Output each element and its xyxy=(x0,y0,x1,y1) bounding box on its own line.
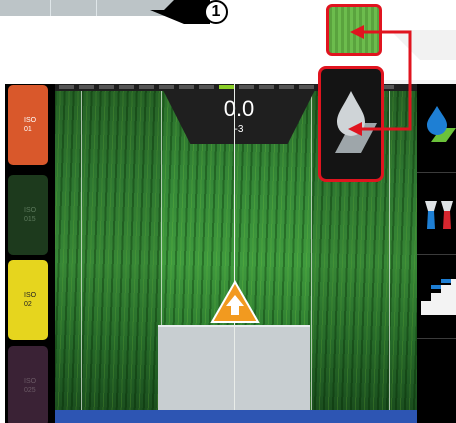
callout-arrows xyxy=(348,25,412,136)
